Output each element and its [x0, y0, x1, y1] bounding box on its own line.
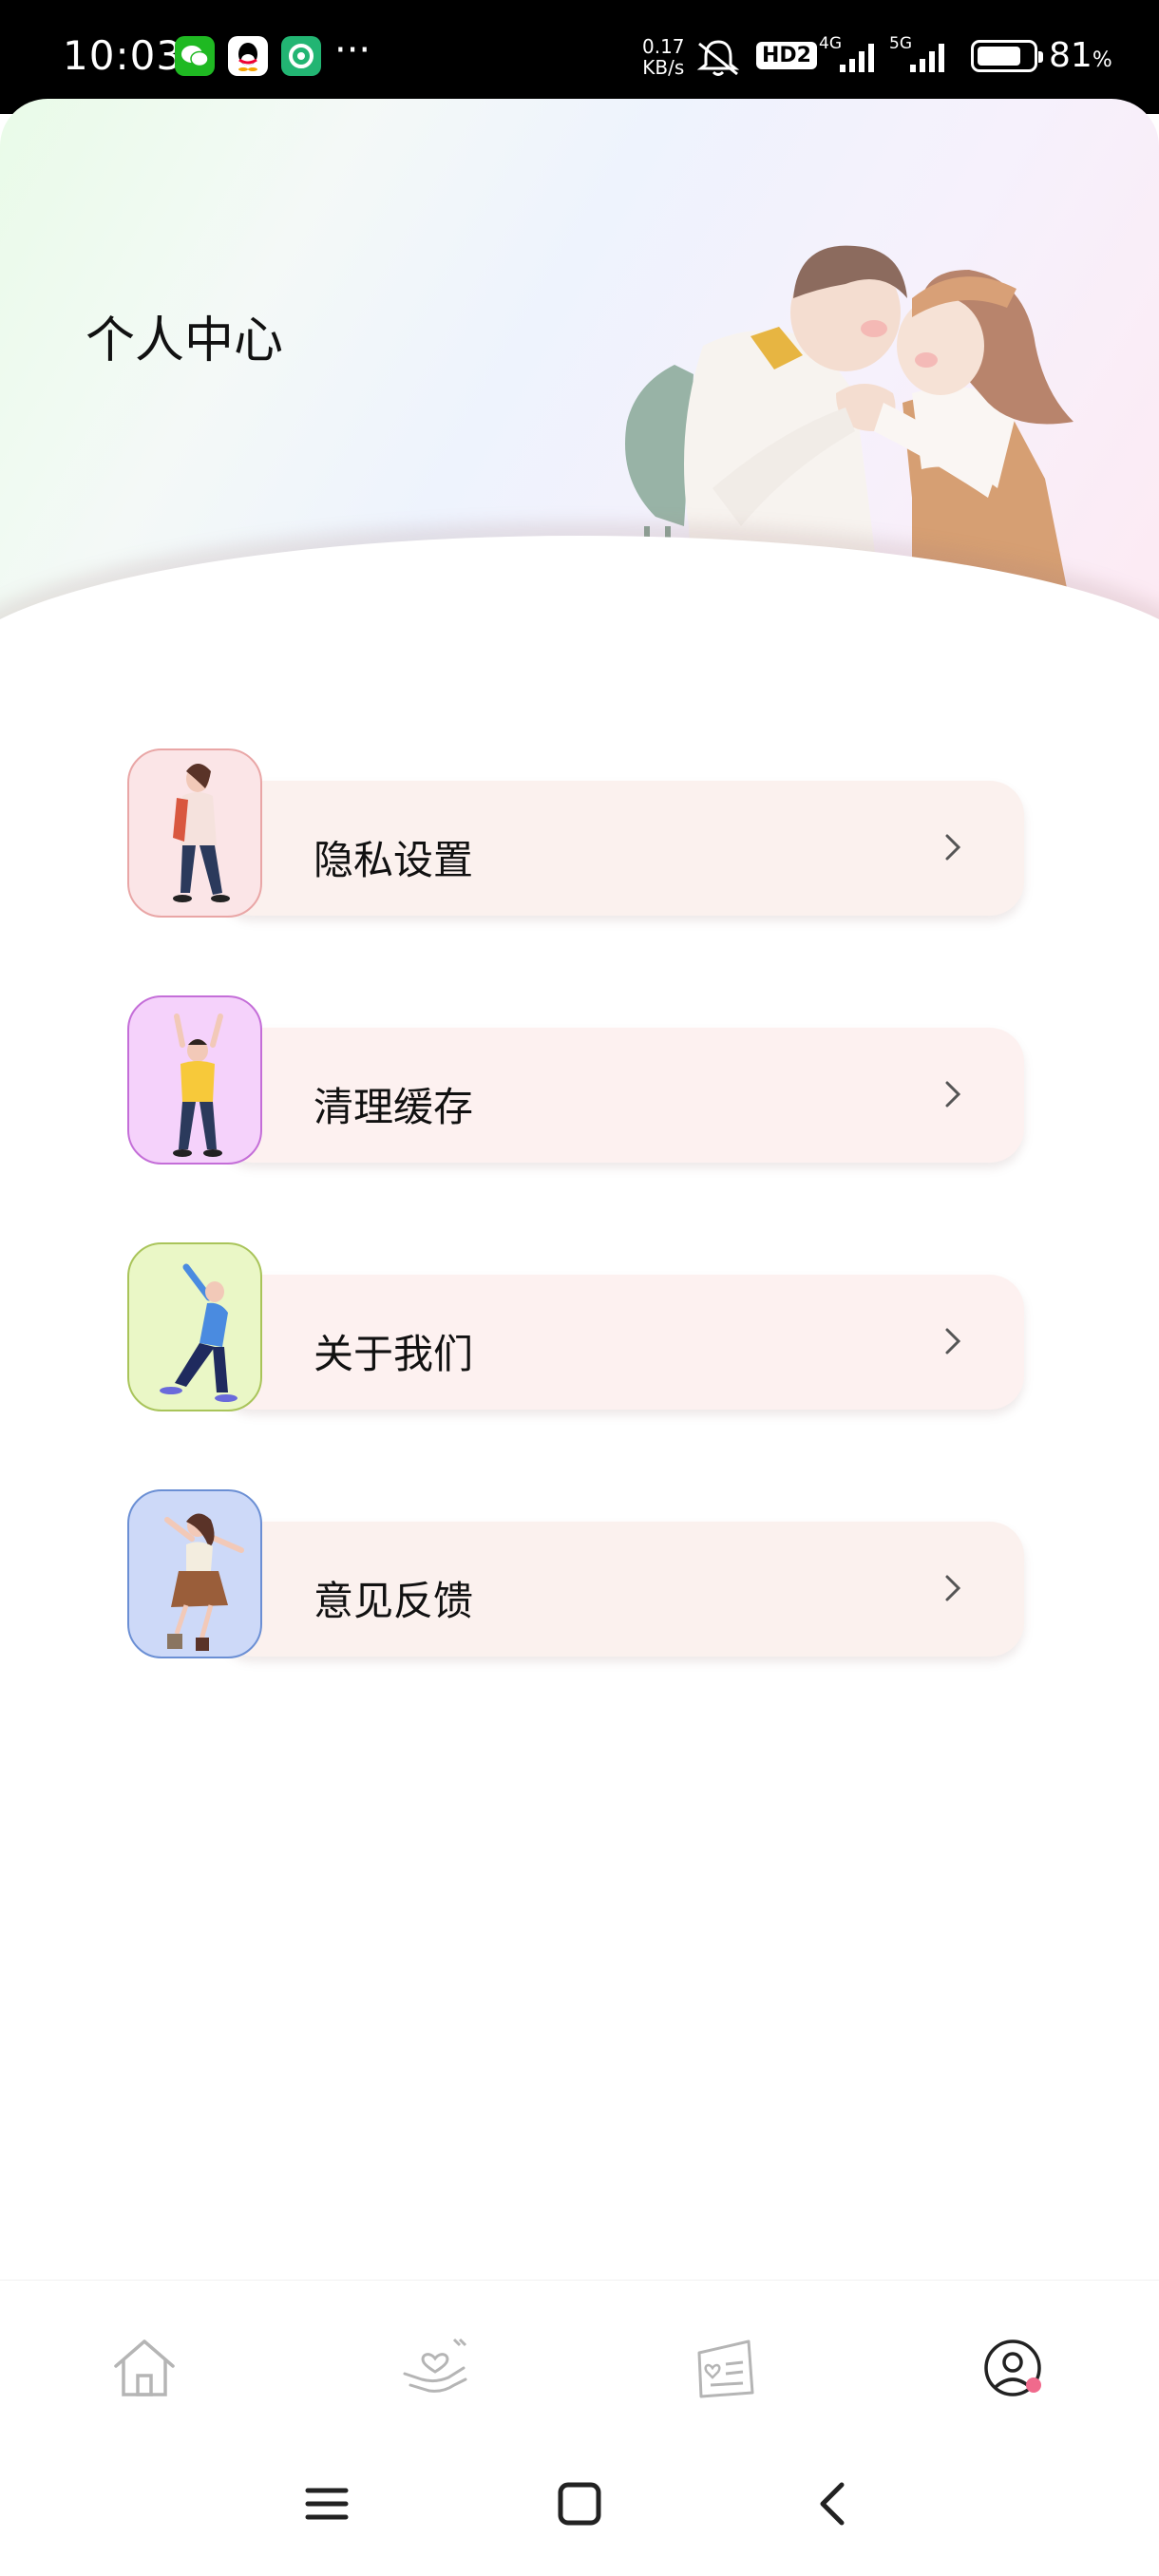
menu-item-label: 意见反馈	[314, 1578, 474, 1624]
page-title: 个人中心	[86, 313, 284, 369]
menu-item-clear-cache[interactable]: 清理缓存	[127, 995, 1024, 1165]
menu-icon[interactable]	[302, 2479, 352, 2529]
home-square-icon[interactable]	[555, 2479, 604, 2529]
mute-bell-icon	[696, 40, 740, 76]
wechat-icon	[175, 36, 215, 76]
jumping-girl-illustration	[127, 1489, 262, 1658]
chevron-right-icon	[945, 834, 961, 861]
menu-item-feedback[interactable]: 意见反馈	[127, 1489, 1024, 1658]
hd-badge: HD2	[756, 42, 817, 69]
menu-item-privacy-settings[interactable]: 隐私设置	[127, 748, 1024, 918]
back-icon[interactable]	[809, 2479, 859, 2529]
nav-messages[interactable]	[688, 2330, 764, 2406]
home-icon	[114, 2339, 175, 2396]
signal-4g-icon	[840, 44, 874, 72]
heart-hands-icon	[403, 2338, 467, 2393]
chevron-right-icon	[945, 1575, 961, 1601]
dancing-man-illustration	[127, 1242, 262, 1411]
menu-item-label: 隐私设置	[314, 837, 474, 883]
network-speed: 0.17 KB/s	[642, 36, 685, 78]
nav-match[interactable]	[397, 2330, 473, 2406]
system-nav-bar	[0, 2451, 1159, 2576]
chevron-right-icon	[945, 1328, 961, 1354]
battery-icon	[971, 40, 1043, 72]
menu-item-about-us[interactable]: 关于我们	[127, 1242, 1024, 1411]
menu-item-label: 关于我们	[314, 1331, 474, 1377]
net-speed-value: 0.17	[642, 35, 685, 58]
cheering-boy-illustration	[127, 995, 262, 1165]
love-letter-icon	[697, 2339, 754, 2398]
menu-item-label: 清理缓存	[314, 1084, 474, 1130]
status-time: 10:03	[63, 32, 183, 79]
status-bar: 10:03 ··· 0.17 KB/s HD2 4G 5G 81%	[0, 0, 1159, 114]
battery-percent-sign: %	[1092, 48, 1112, 72]
battery-percent-value: 81	[1049, 36, 1092, 75]
signal-5g-icon	[910, 44, 944, 72]
battery-level	[978, 47, 1020, 66]
app-icon	[281, 36, 321, 76]
profile-header: 个人中心	[0, 99, 1159, 650]
bottom-nav	[0, 2280, 1159, 2451]
walking-girl-illustration	[127, 748, 262, 918]
nav-home[interactable]	[106, 2330, 182, 2406]
profile-icon	[984, 2339, 1041, 2396]
more-notifications-icon: ···	[334, 28, 371, 72]
chevron-right-icon	[945, 1081, 961, 1108]
active-dot	[1026, 2377, 1041, 2393]
battery-percent: 81%	[1049, 36, 1112, 75]
net-speed-unit: KB/s	[642, 56, 685, 79]
qq-icon	[228, 36, 268, 76]
nav-profile[interactable]	[977, 2330, 1053, 2406]
